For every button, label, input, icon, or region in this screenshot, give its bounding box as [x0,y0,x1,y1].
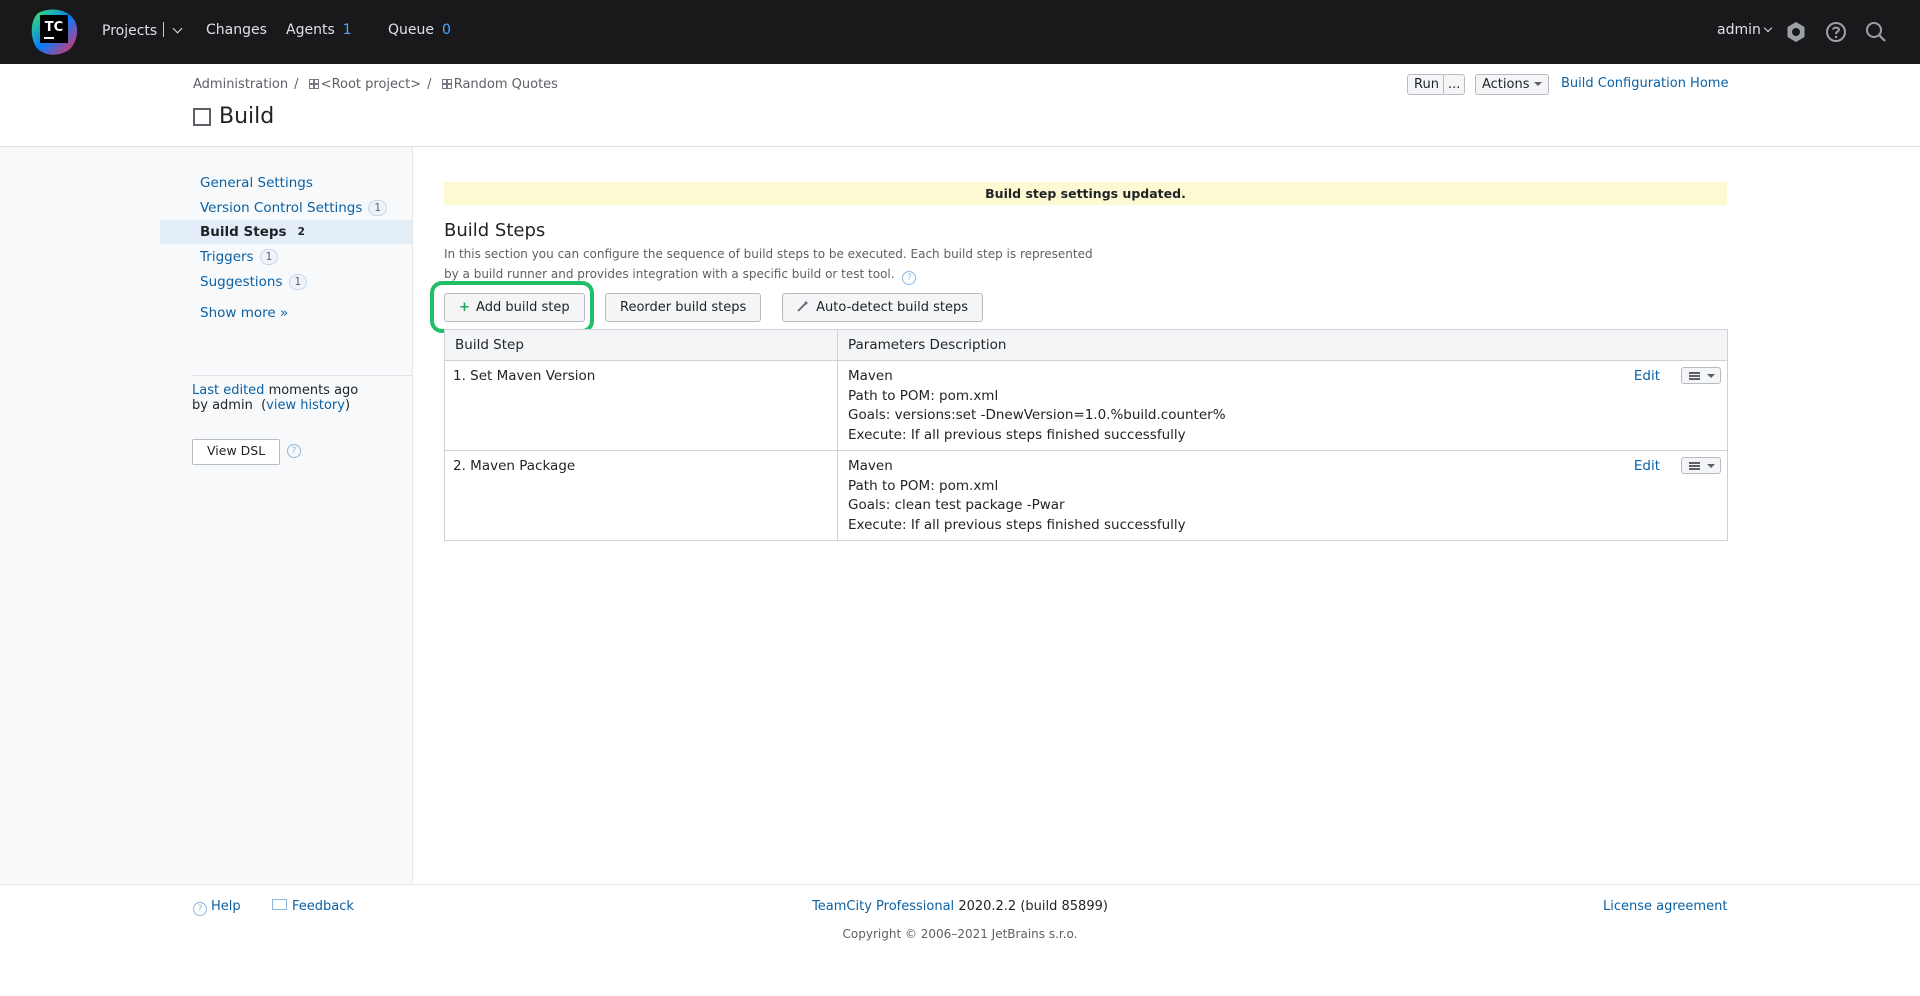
show-more-link[interactable]: Show more » [200,305,288,321]
breadcrumb-root-project[interactable]: <Root project> [321,77,422,92]
page-title: Build [193,104,274,129]
table-row: 1. Set Maven Version Maven Path to POM: … [444,360,1728,451]
nav-separator [163,22,165,37]
run-button[interactable]: Run [1407,74,1446,95]
last-edited-when: moments ago [268,383,359,398]
breadcrumb-administration[interactable]: Administration [193,77,288,92]
breadcrumb-separator: / [294,77,299,92]
breadcrumb: Administration / <Root project> / Random Q… [193,77,558,92]
last-edited-link[interactable]: Last edited [192,383,264,398]
breadcrumb-separator: / [427,77,432,92]
top-navigation-bar: TC Projects Changes Agents 1 Queue 0 admin [0,0,1920,64]
chevron-down-icon [1763,23,1773,33]
svg-text:TC: TC [45,20,63,35]
auto-detect-build-steps-button[interactable]: Auto-detect build steps [782,293,983,322]
sidebar: General Settings Version Control Setting… [0,147,413,884]
product-version: 2020.2.2 (build 85899) [958,899,1108,914]
last-edited-info: Last edited moments ago by admin (view h… [192,383,359,413]
page-header: Administration / <Root project> / Random Q… [0,64,1920,147]
magic-wand-icon [797,300,809,312]
breadcrumb-random-quotes[interactable]: Random Quotes [454,77,558,92]
settings-icon[interactable] [1782,18,1810,46]
count-badge: 2 [297,226,305,238]
step-goals: Goals: versions:set -DnewVersion=1.0.%bu… [848,407,1226,423]
step-actions-menu-button[interactable] [1681,457,1721,474]
queue-count: 0 [442,22,451,38]
help-icon[interactable] [1822,18,1850,46]
step-runner: Maven [848,458,893,474]
sidebar-item-suggestions[interactable]: Suggestions 1 [200,274,308,290]
copyright: Copyright © 2006–2021 JetBrains s.r.o. [842,927,1078,941]
run-more-button[interactable]: ... [1443,74,1466,95]
product-link[interactable]: TeamCity Professional [812,899,954,914]
list-icon [1689,372,1700,380]
footer: ? Help Feedback TeamCity Professional 202… [0,884,1920,996]
step-parameters: Maven Path to POM: pom.xml Goals: clean … [837,450,1728,541]
column-header-parameters: Parameters Description [837,329,1728,361]
agents-count: 1 [342,22,352,38]
page-title-text: Build [219,104,275,129]
search-icon[interactable] [1862,18,1890,46]
chevron-down-icon[interactable] [172,23,183,34]
logo-icon[interactable]: TC [30,7,80,57]
step-execute: Execute: If all previous steps finished … [848,426,1186,443]
edit-step-link[interactable]: Edit [1634,457,1660,477]
sidebar-item-build-steps[interactable]: Build Steps 2 [200,224,310,240]
help-icon[interactable]: ? [902,271,917,285]
caret-down-icon [1533,82,1542,86]
list-icon [1689,462,1700,470]
section-description: In this section you can configure the se… [444,247,1093,285]
actions-dropdown[interactable]: Actions [1475,74,1549,95]
step-execute: Execute: If all previous steps finished … [848,516,1186,533]
count-badge: 1 [368,200,388,216]
build-steps-table: Build Step Parameters Description 1. Set… [444,329,1728,541]
caret-down-icon [1707,464,1715,468]
nav-queue[interactable]: Queue 0 [388,22,451,38]
add-build-step-button[interactable]: + Add build step [444,293,585,322]
count-badge: 1 [288,274,308,290]
edited-by: by admin [192,398,253,413]
column-header-build-step: Build Step [444,329,838,361]
step-runner: Maven [848,368,893,384]
user-menu[interactable]: admin [1717,22,1773,38]
help-icon[interactable]: ? [287,444,301,458]
step-name: 2. Maven Package [444,450,838,541]
sidebar-item-version-control-settings[interactable]: Version Control Settings 1 [200,200,388,216]
nav-agents[interactable]: Agents 1 [286,22,352,38]
plus-icon: + [459,300,470,315]
build-config-icon [193,107,211,126]
success-notice: Build step settings updated. [444,182,1727,205]
sidebar-item-triggers[interactable]: Triggers 1 [200,249,279,265]
edit-step-link[interactable]: Edit [1634,367,1660,387]
table-header-row: Build Step Parameters Description [444,329,1728,361]
table-row: 2. Maven Package Maven Path to POM: pom.… [444,450,1728,541]
reorder-build-steps-button[interactable]: Reorder build steps [605,293,762,322]
project-icon [308,79,319,89]
count-badge: 1 [259,249,279,265]
step-goals: Goals: clean test package -Pwar [848,497,1065,513]
license-agreement-link[interactable]: License agreement [1603,899,1727,914]
step-parameters: Maven Path to POM: pom.xml Goals: versio… [837,360,1728,451]
nav-projects[interactable]: Projects [102,22,183,39]
section-title: Build Steps [444,220,546,241]
step-name: 1. Set Maven Version [444,360,838,451]
sidebar-item-general-settings[interactable]: General Settings [200,175,313,191]
nav-changes[interactable]: Changes [206,22,267,38]
step-pom: Path to POM: pom.xml [848,477,999,494]
step-pom: Path to POM: pom.xml [848,387,999,404]
sidebar-divider [192,375,412,376]
view-history-link[interactable]: view history [266,398,345,413]
build-configuration-home-link[interactable]: Build Configuration Home [1561,76,1728,91]
view-dsl-button[interactable]: View DSL [192,439,281,465]
step-actions-menu-button[interactable] [1681,367,1721,384]
caret-down-icon [1707,374,1715,378]
project-icon [441,79,452,89]
